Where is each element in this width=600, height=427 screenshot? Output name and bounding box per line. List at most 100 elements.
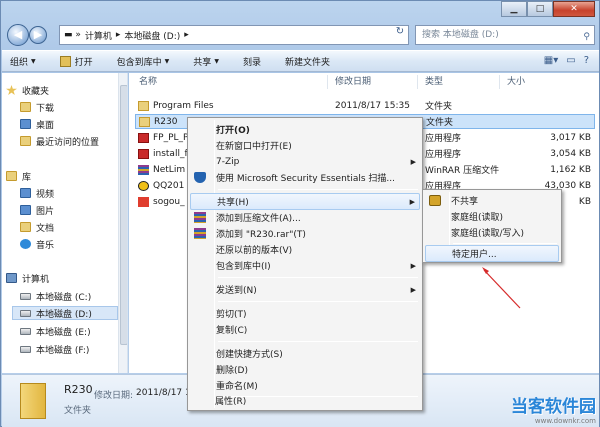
column-size[interactable]: 大小 (507, 73, 525, 91)
open-button[interactable]: 打开 (59, 55, 93, 68)
menu-item-add-archive[interactable]: 添加到压缩文件(A)... (190, 209, 420, 226)
window-controls: ▁ □ ✕ (501, 1, 595, 17)
file-size: 3,054 KB (550, 148, 591, 159)
menu-item-include-library[interactable]: 包含到库中(I) ▶ (190, 257, 420, 274)
address-bar[interactable]: ▬ » 计算机 ▸ 本地磁盘 (D:) ▸ (59, 25, 409, 45)
file-type: 应用程序 (425, 134, 462, 144)
shield-icon (194, 172, 206, 183)
sidebar-item-drive-d[interactable]: 本地磁盘 (D:) (12, 306, 118, 320)
file-type: 文件夹 (426, 118, 454, 128)
organize-button[interactable]: 组织 ▼ (10, 55, 36, 68)
library-icon (6, 171, 17, 181)
column-name[interactable]: 名称 (139, 73, 157, 91)
sidebar-scrollbar[interactable] (118, 73, 127, 373)
maximize-button[interactable]: □ (527, 1, 553, 17)
preview-pane-icon[interactable]: ▭ (566, 55, 575, 66)
menu-separator (218, 189, 418, 190)
sidebar-item-favorites[interactable]: 收藏夹 (6, 83, 49, 97)
winrar-icon (194, 212, 206, 223)
menu-label: 剪切(T) (216, 310, 247, 320)
scrollbar-thumb[interactable] (120, 85, 127, 345)
chevron-down-icon: ▼ (214, 57, 219, 65)
menu-item-add-r230-rar[interactable]: 添加到 "R230.rar"(T) (190, 225, 420, 242)
file-row[interactable]: Program Files 2011/8/17 15:35 文件夹 (135, 98, 595, 113)
sidebar-label: 桌面 (36, 120, 55, 131)
menu-item-share-nobody[interactable]: 不共享 (425, 192, 559, 209)
forward-button[interactable]: ▶ (29, 26, 47, 44)
refresh-icon[interactable]: ↻ (393, 26, 407, 40)
menu-label: 打开(O) (216, 126, 250, 136)
sidebar-item-recent[interactable]: 最近访问的位置 (20, 134, 99, 148)
file-name: Program Files (153, 100, 214, 111)
menu-label: 添加到压缩文件(A)... (216, 214, 301, 224)
menu-label: 添加到 "R230.rar"(T) (216, 230, 306, 240)
submenu-arrow-icon: ▶ (410, 261, 416, 270)
menu-item-open[interactable]: 打开(O) (190, 121, 420, 138)
column-type[interactable]: 类型 (425, 73, 443, 91)
menu-item-mse-scan[interactable]: 使用 Microsoft Security Essentials 扫描... (190, 169, 420, 186)
menu-item-create-shortcut[interactable]: 创建快捷方式(S) (190, 345, 420, 362)
installer-icon (138, 148, 149, 159)
breadcrumb-drive-d[interactable]: 本地磁盘 (D:) (124, 29, 180, 42)
sidebar-item-downloads[interactable]: 下载 (20, 100, 54, 114)
column-divider[interactable] (327, 75, 328, 89)
details-type: 文件夹 (64, 406, 92, 416)
menu-item-properties[interactable]: 属性(R) (189, 392, 419, 409)
menu-item-specific-people[interactable]: 特定用户... (425, 245, 559, 262)
downloads-icon (20, 102, 31, 112)
sidebar-item-drive-e[interactable]: 本地磁盘 (E:) (20, 324, 91, 338)
include-in-library-button[interactable]: 包含到库中 ▼ (117, 55, 170, 68)
sidebar-item-drive-f[interactable]: 本地磁盘 (F:) (20, 342, 89, 356)
sidebar-item-libraries[interactable]: 库 (6, 169, 31, 183)
share-label: 共享 (193, 57, 212, 68)
file-name: FP_PL_P (153, 132, 189, 143)
column-divider[interactable] (499, 75, 500, 89)
menu-item-homegroup-readwrite[interactable]: 家庭组(读取/写入) (425, 224, 559, 241)
sidebar-item-videos[interactable]: 视频 (20, 186, 54, 200)
drive-icon (20, 327, 31, 335)
menu-item-restore-versions[interactable]: 还原以前的版本(V) (190, 241, 420, 258)
winrar-icon (194, 228, 206, 239)
menu-item-cut[interactable]: 剪切(T) (190, 305, 420, 322)
drive-icon (20, 292, 31, 300)
menu-item-delete[interactable]: 删除(D) (190, 361, 420, 378)
sidebar-item-music[interactable]: 音乐 (20, 237, 54, 251)
burn-label: 刻录 (242, 57, 261, 68)
menu-item-share[interactable]: 共享(H) ▶ (190, 193, 420, 210)
help-icon[interactable]: ? (584, 55, 589, 66)
sidebar-item-network[interactable]: 网络 (6, 372, 40, 373)
close-button[interactable]: ✕ (553, 1, 595, 17)
folder-icon (138, 100, 149, 111)
column-modified[interactable]: 修改日期 (335, 73, 371, 91)
file-type: WinRAR 压缩文件 (425, 166, 500, 176)
new-folder-button[interactable]: 新建文件夹 (285, 55, 330, 68)
minimize-button[interactable]: ▁ (501, 1, 527, 17)
sidebar-item-drive-c[interactable]: 本地磁盘 (C:) (20, 289, 91, 303)
menu-label: 共享(H) (217, 198, 249, 208)
menu-separator (453, 243, 557, 244)
sidebar-item-desktop[interactable]: 桌面 (20, 117, 54, 131)
pictures-icon (20, 205, 31, 215)
burn-button[interactable]: 刻录 (243, 55, 261, 68)
menu-item-send-to[interactable]: 发送到(N) ▶ (190, 281, 420, 298)
details-name: R230 (64, 383, 93, 396)
search-input[interactable]: 搜索 本地磁盘 (D:) ⚲ (415, 25, 595, 45)
share-button[interactable]: 共享 ▼ (193, 55, 219, 68)
sidebar-item-documents[interactable]: 文档 (20, 220, 54, 234)
file-type: 文件夹 (425, 102, 453, 112)
sidebar-item-pictures[interactable]: 图片 (20, 203, 54, 217)
menu-item-copy[interactable]: 复制(C) (190, 321, 420, 338)
details-modified-label: 修改日期: (94, 391, 134, 401)
column-divider[interactable] (417, 75, 418, 89)
back-button[interactable]: ◀ (7, 24, 29, 46)
menu-item-7zip[interactable]: 7-Zip ▶ (190, 153, 420, 170)
watermark-url: www.downkr.com (534, 417, 596, 425)
navigation-bar: ◀ ▶ ▬ » 计算机 ▸ 本地磁盘 (D:) ▸ ↻ 搜索 本地磁盘 (D:)… (7, 23, 595, 47)
breadcrumb-computer[interactable]: 计算机 (85, 29, 112, 42)
sidebar-item-computer[interactable]: 计算机 (6, 271, 49, 285)
pdf-icon (138, 132, 149, 143)
menu-item-homegroup-read[interactable]: 家庭组(读取) (425, 208, 559, 225)
menu-item-open-new-window[interactable]: 在新窗口中打开(E) (190, 137, 420, 154)
computer-icon (6, 273, 17, 283)
view-options-icon[interactable]: ▦▾ (544, 55, 558, 66)
